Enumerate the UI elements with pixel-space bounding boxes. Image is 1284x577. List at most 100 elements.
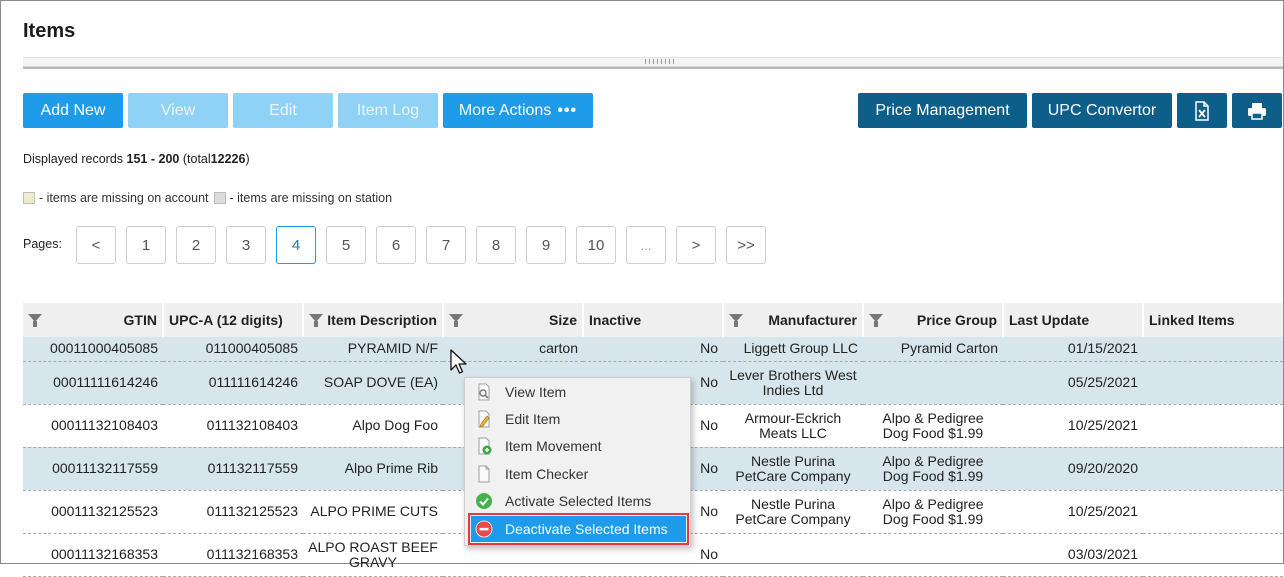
cell-gtin: 00011000405085 (23, 337, 163, 362)
menu-item-label: View Item (505, 384, 567, 400)
records-to: 200 (158, 152, 180, 166)
cell-manufacturer: Liggett Group LLC (723, 337, 863, 362)
cell-upca: 011111614246 (163, 361, 303, 405)
table-header-row: GTIN UPC-A (12 digits) Item Description … (23, 303, 1283, 337)
cell-last-update: 01/15/2021 (1003, 337, 1143, 362)
cell-linked (1143, 361, 1283, 405)
cell-price-group: Pyramid Carton (863, 337, 1003, 362)
col-upca[interactable]: UPC-A (12 digits) (162, 303, 303, 337)
cell-inactive: No (583, 337, 723, 362)
page-button-2[interactable]: 2 (176, 226, 216, 264)
splitter-grip-icon[interactable] (645, 59, 675, 64)
page-button-7[interactable]: 7 (426, 226, 466, 264)
page-button-prev[interactable]: < (76, 226, 116, 264)
cell-linked (1143, 447, 1283, 491)
cell-last-update: 09/20/2020 (1003, 447, 1143, 491)
print-button[interactable] (1232, 93, 1282, 128)
records-summary: Displayed records 151 - 200 (total12226) (23, 152, 250, 166)
col-inactive-label: Inactive (589, 312, 642, 328)
page-button-last[interactable]: >> (726, 226, 766, 264)
cell-upca: 011132117559 (163, 447, 303, 491)
col-size-label: Size (548, 312, 577, 328)
page-button-3[interactable]: 3 (226, 226, 266, 264)
deactivate-minus-icon (475, 520, 493, 538)
cell-gtin: 00011132117559 (23, 447, 163, 491)
menu-item-edit-item[interactable]: Edit Item (471, 406, 686, 432)
menu-item-item-movement[interactable]: Item Movement (471, 433, 686, 459)
filter-icon[interactable] (449, 314, 463, 327)
excel-export-icon (1195, 100, 1209, 121)
upc-convertor-button[interactable]: UPC Convertor (1032, 93, 1172, 128)
menu-item-item-checker[interactable]: Item Checker (471, 461, 686, 487)
add-new-button[interactable]: Add New (23, 93, 123, 128)
cell-manufacturer: Lever Brothers West Indies Ltd (723, 361, 863, 405)
cell-upca: 011132125523 (163, 490, 303, 534)
col-gtin[interactable]: GTIN (23, 303, 163, 337)
page-button-4[interactable]: 4 (276, 226, 316, 264)
more-actions-button[interactable]: More Actions ••• (443, 93, 593, 128)
page-button-9[interactable]: 9 (526, 226, 566, 264)
pages-label: Pages: (23, 237, 62, 251)
menu-item-label: Edit Item (505, 411, 561, 427)
item-movement-icon (478, 437, 492, 455)
col-linked-items[interactable]: Linked Items (1142, 303, 1283, 337)
page-button-next[interactable]: > (676, 226, 716, 264)
col-manufacturer-label: Manufacturer (768, 312, 857, 328)
menu-item-label: Item Checker (505, 466, 589, 482)
view-button[interactable]: View (128, 93, 228, 128)
filter-icon[interactable] (28, 314, 42, 327)
page-button-5[interactable]: 5 (326, 226, 366, 264)
menu-item-view-item[interactable]: View Item (471, 379, 686, 405)
records-dash: - (150, 152, 156, 166)
col-manufacturer[interactable]: Manufacturer (722, 303, 863, 337)
cell-gtin: 00011111614246 (23, 361, 163, 405)
page-button-8[interactable]: 8 (476, 226, 516, 264)
splitter-divider (23, 67, 1283, 69)
col-price-group[interactable]: Price Group (862, 303, 1003, 337)
edit-item-icon (478, 410, 490, 428)
cell-price-group: Alpo & Pedigree Dog Food $1.99 (863, 490, 1003, 534)
page-button-ellipsis[interactable]: ... (626, 226, 666, 264)
records-prefix: Displayed records (23, 152, 124, 166)
cell-gtin: 00011132168353 (23, 533, 163, 577)
legend-account-label: - items are missing on account (39, 191, 209, 205)
cell-description: PYRAMID N/F (303, 337, 443, 362)
cell-last-update: 03/03/2021 (1003, 533, 1143, 577)
col-description[interactable]: Item Description (302, 303, 443, 337)
menu-item-activate-selected[interactable]: Activate Selected Items (471, 488, 686, 514)
item-log-button[interactable]: Item Log (338, 93, 438, 128)
page-title: Items (23, 20, 76, 42)
page-button-1[interactable]: 1 (126, 226, 166, 264)
cell-upca: 011132108403 (163, 404, 303, 448)
cell-manufacturer: Armour-Eckrich Meats LLC (723, 404, 863, 448)
col-last-update[interactable]: Last Update (1002, 303, 1143, 337)
cell-gtin: 00011132108403 (23, 404, 163, 448)
excel-export-button[interactable] (1177, 93, 1227, 128)
menu-item-label: Deactivate Selected Items (505, 521, 668, 537)
col-inactive[interactable]: Inactive (582, 303, 723, 337)
table-row[interactable]: 00011000405085 011000405085 PYRAMID N/F … (23, 337, 1283, 362)
cell-linked (1143, 533, 1283, 577)
more-actions-label: More Actions (458, 101, 552, 119)
page-button-10[interactable]: 10 (576, 226, 616, 264)
panel-splitter[interactable] (23, 57, 1283, 67)
edit-button[interactable]: Edit (233, 93, 333, 128)
print-icon (1248, 102, 1266, 120)
col-price-group-label: Price Group (916, 312, 997, 328)
cell-last-update: 10/25/2021 (1003, 404, 1143, 448)
col-size[interactable]: Size (442, 303, 583, 337)
filter-icon[interactable] (869, 314, 883, 327)
menu-item-label: Item Movement (505, 438, 602, 454)
page-button-6[interactable]: 6 (376, 226, 416, 264)
price-management-button[interactable]: Price Management (858, 93, 1027, 128)
filter-icon[interactable] (729, 314, 743, 327)
records-total-label: (total (182, 152, 211, 166)
cell-description: ALPO PRIME CUTS (303, 490, 443, 534)
filter-icon[interactable] (309, 314, 323, 327)
legend-station-label: - items are missing on station (229, 191, 393, 205)
col-description-label: Item Description (327, 312, 437, 328)
cell-description: SOAP DOVE (EA) (303, 361, 443, 405)
menu-item-deactivate-selected[interactable]: Deactivate Selected Items (468, 513, 689, 545)
cell-price-group: Alpo & Pedigree Dog Food $1.99 (863, 404, 1003, 448)
cell-price-group (863, 361, 1003, 405)
